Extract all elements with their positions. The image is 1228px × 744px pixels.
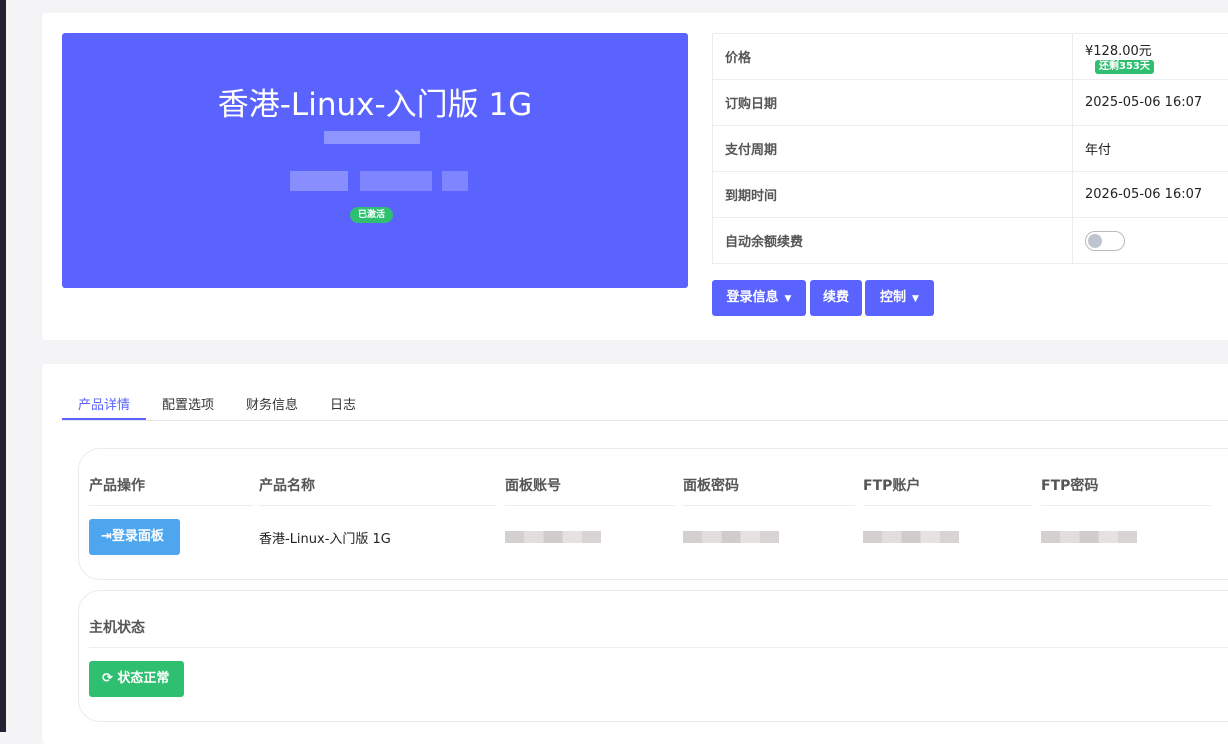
window-edge bbox=[0, 0, 6, 732]
login-info-button[interactable]: 登录信息▼ bbox=[712, 280, 806, 316]
masked-ftp-password bbox=[1041, 531, 1137, 543]
column-header: FTP密码 bbox=[1041, 475, 1098, 495]
product-panel: 产品操作 产品名称 面板账号 面板密码 FTP账户 FTP密码 ⇥登录面板 香港… bbox=[78, 448, 1228, 580]
detail-tabs: 产品详情 配置选项 财务信息 日志 bbox=[62, 392, 1228, 421]
header-divider bbox=[683, 505, 855, 506]
info-label: 订购日期 bbox=[713, 80, 1073, 126]
tab-product-details[interactable]: 产品详情 bbox=[78, 394, 130, 413]
info-row-billing-cycle: 支付周期 年付 bbox=[713, 126, 1228, 172]
column-header: 产品操作 bbox=[89, 475, 145, 495]
product-name-value: 香港-Linux-入门版 1G bbox=[259, 528, 391, 547]
host-status-divider bbox=[89, 647, 1228, 648]
order-date-value: 2025-05-06 16:07 bbox=[1073, 80, 1228, 126]
column-header: 面板账号 bbox=[505, 475, 561, 495]
service-details-card: 产品详情 配置选项 财务信息 日志 产品操作 产品名称 面板账号 面板密码 FT… bbox=[42, 364, 1228, 744]
header-divider bbox=[89, 505, 253, 506]
product-title: 香港-Linux-入门版 1G bbox=[62, 79, 688, 124]
control-button[interactable]: 控制▼ bbox=[865, 280, 934, 316]
header-divider bbox=[259, 505, 497, 506]
host-status-title: 主机状态 bbox=[89, 617, 145, 637]
masked-panel-password bbox=[683, 531, 779, 543]
header-divider bbox=[863, 505, 1033, 506]
masked-ip-part bbox=[360, 171, 432, 191]
info-row-expiry: 到期时间 2026-05-06 16:07 bbox=[713, 172, 1228, 218]
toggle-knob bbox=[1088, 234, 1102, 248]
info-row-order-date: 订购日期 2025-05-06 16:07 bbox=[713, 80, 1228, 126]
info-label: 价格 bbox=[713, 34, 1073, 80]
column-header: 面板密码 bbox=[683, 475, 739, 495]
chevron-down-icon: ▼ bbox=[785, 294, 792, 304]
service-overview-card: 香港-Linux-入门版 1G 已激活 价格 ¥128.00元还剩353天 订购… bbox=[42, 13, 1228, 340]
renew-button[interactable]: 续费 bbox=[810, 280, 862, 316]
tab-config-options[interactable]: 配置选项 bbox=[162, 394, 214, 413]
info-label: 支付周期 bbox=[713, 126, 1073, 172]
tab-finance-info[interactable]: 财务信息 bbox=[246, 394, 298, 413]
login-panel-button[interactable]: ⇥登录面板 bbox=[89, 519, 180, 555]
masked-ftp-account bbox=[863, 531, 959, 543]
chevron-down-icon: ▼ bbox=[912, 294, 919, 304]
tab-logs[interactable]: 日志 bbox=[330, 394, 356, 413]
status-badge: 已激活 bbox=[350, 207, 393, 223]
active-tab-indicator bbox=[62, 418, 146, 420]
refresh-icon: ⟳ bbox=[102, 671, 117, 686]
expiry-value: 2026-05-06 16:07 bbox=[1073, 172, 1228, 218]
auto-renew-toggle[interactable] bbox=[1085, 231, 1125, 251]
masked-ip-part bbox=[290, 171, 348, 191]
billing-cycle-value: 年付 bbox=[1073, 126, 1228, 172]
product-hero: 香港-Linux-入门版 1G 已激活 bbox=[62, 33, 688, 288]
column-header: FTP账户 bbox=[863, 475, 920, 495]
remaining-days-badge: 还剩353天 bbox=[1095, 60, 1154, 74]
masked-hostname bbox=[324, 131, 420, 144]
login-icon: ⇥ bbox=[101, 529, 112, 544]
masked-ip-part bbox=[442, 171, 468, 191]
host-status-panel: 主机状态 ⟳ 状态正常 bbox=[78, 590, 1228, 722]
column-header: 产品名称 bbox=[259, 475, 315, 495]
price-value: ¥128.00元 bbox=[1085, 44, 1152, 59]
service-info-table: 价格 ¥128.00元还剩353天 订购日期 2025-05-06 16:07 … bbox=[712, 33, 1228, 264]
header-divider bbox=[505, 505, 675, 506]
info-row-auto-renew: 自动余额续费 bbox=[713, 218, 1228, 264]
header-divider bbox=[1041, 505, 1211, 506]
info-row-price: 价格 ¥128.00元还剩353天 bbox=[713, 34, 1228, 80]
info-label: 到期时间 bbox=[713, 172, 1073, 218]
host-status-button[interactable]: ⟳ 状态正常 bbox=[89, 661, 184, 697]
info-label: 自动余额续费 bbox=[713, 218, 1073, 264]
masked-panel-account bbox=[505, 531, 601, 543]
